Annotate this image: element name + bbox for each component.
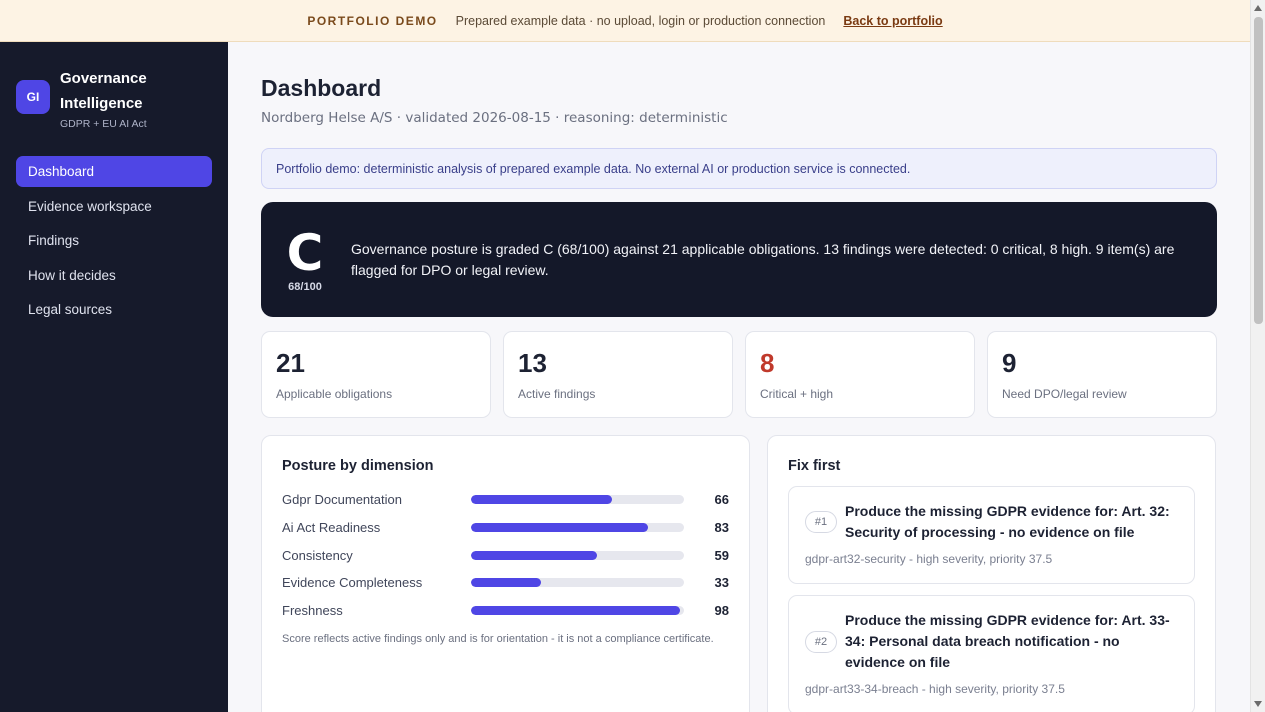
fix-item-title: Produce the missing GDPR evidence for: A… xyxy=(845,612,1170,670)
back-to-portfolio-link[interactable]: Back to portfolio xyxy=(843,14,942,28)
posture-title: Posture by dimension xyxy=(282,458,434,474)
grade-badge: C 68/100 xyxy=(285,227,325,293)
brand-subtitle: GDPR + EU AI Act xyxy=(60,118,147,130)
stat-value: 13 xyxy=(518,348,547,378)
fix-rank-badge: #1 xyxy=(805,511,837,533)
sidebar-item-legal-sources[interactable]: Legal sources xyxy=(16,294,212,325)
page-subtitle: Nordberg Helse A/S · validated 2026-08-1… xyxy=(261,110,728,126)
dimension-label: Evidence Completeness xyxy=(282,575,423,591)
stat-applicable-obligations: 21 Applicable obligations xyxy=(261,331,491,418)
scroll-down-icon[interactable] xyxy=(1254,701,1262,707)
stats-row: 21 Applicable obligations 13 Active find… xyxy=(261,331,1217,418)
demo-tag: PORTFOLIO DEMO xyxy=(307,13,438,28)
stat-value: 9 xyxy=(1002,348,1017,378)
dimension-list: Gdpr Documentation 66 Ai Act Readiness 8… xyxy=(282,486,729,624)
fix-rank-badge: #2 xyxy=(805,630,837,653)
stat-label: Active findings xyxy=(518,387,596,401)
fix-item-title: Produce the missing GDPR evidence for: A… xyxy=(845,503,1170,540)
dimension-bar-fill xyxy=(471,550,597,560)
stat-label: Critical + high xyxy=(760,387,834,401)
dimension-row: Consistency 59 xyxy=(282,541,729,569)
sidebar-item-findings[interactable]: Findings xyxy=(16,225,212,256)
sidebar-item-evidence-workspace[interactable]: Evidence workspace xyxy=(16,191,212,222)
page-title: Dashboard xyxy=(261,75,382,101)
demo-banner: PORTFOLIO DEMO Prepared example data · n… xyxy=(0,0,1250,42)
demo-message: Prepared example data · no upload, login… xyxy=(455,13,826,28)
brand: GI Governance Intelligence GDPR + EU AI … xyxy=(16,66,212,130)
main-content: Dashboard Nordberg Helse A/S · validated… xyxy=(228,42,1250,712)
dimension-bar-fill xyxy=(471,495,612,505)
dimension-bar xyxy=(471,550,685,560)
dimension-value: 59 xyxy=(714,547,729,563)
stat-critical-high: 8 Critical + high xyxy=(745,331,975,418)
dimension-bar-fill xyxy=(471,523,648,533)
sidebar-item-dashboard[interactable]: Dashboard xyxy=(16,156,212,187)
posture-panel: Posture by dimension Gdpr Documentation … xyxy=(261,435,750,712)
fix-item[interactable]: #2 Produce the missing GDPR evidence for… xyxy=(788,595,1195,712)
dimension-value: 66 xyxy=(714,492,729,508)
dimension-label: Gdpr Documentation xyxy=(282,492,402,508)
demo-notice: Portfolio demo: deterministic analysis o… xyxy=(261,148,1217,189)
dimension-row: Freshness 98 xyxy=(282,597,729,625)
sidebar: GI Governance Intelligence GDPR + EU AI … xyxy=(0,42,228,712)
dimension-bar xyxy=(471,606,685,616)
grade-score: 68/100 xyxy=(288,280,322,293)
dimension-value: 33 xyxy=(714,575,729,591)
dimension-label: Ai Act Readiness xyxy=(282,520,381,536)
sidebar-nav: Dashboard Evidence workspace Findings Ho… xyxy=(16,156,212,325)
dimension-value: 83 xyxy=(714,520,729,536)
dimension-bar xyxy=(471,578,685,588)
dimension-row: Gdpr Documentation 66 xyxy=(282,486,729,514)
grade-card: C 68/100 Governance posture is graded C … xyxy=(261,202,1217,317)
dimension-value: 98 xyxy=(714,603,729,619)
page-scrollbar[interactable] xyxy=(1250,0,1265,712)
fix-first-panel: Fix first #1 Produce the missing GDPR ev… xyxy=(767,435,1216,712)
brand-logo-icon: GI xyxy=(16,80,50,114)
stat-need-review: 9 Need DPO/legal review xyxy=(987,331,1217,418)
stat-label: Need DPO/legal review xyxy=(1002,387,1127,401)
fix-item[interactable]: #1 Produce the missing GDPR evidence for… xyxy=(788,486,1195,584)
dimension-row: Evidence Completeness 33 xyxy=(282,569,729,597)
grade-letter: C xyxy=(286,223,324,282)
dimension-bar xyxy=(471,523,685,533)
dimension-label: Consistency xyxy=(282,547,353,563)
stat-value: 21 xyxy=(276,348,305,378)
dimension-bar-fill xyxy=(471,578,542,588)
dimension-label: Freshness xyxy=(282,603,343,619)
stat-value: 8 xyxy=(760,348,775,378)
panels-row: Posture by dimension Gdpr Documentation … xyxy=(261,435,1217,712)
dimension-bar-fill xyxy=(471,606,680,616)
sidebar-item-how-it-decides[interactable]: How it decides xyxy=(16,260,212,291)
dimension-bar xyxy=(471,495,685,505)
dimension-row: Ai Act Readiness 83 xyxy=(282,514,729,542)
brand-name-line1: Governance xyxy=(60,70,147,87)
fix-item-meta: gdpr-art33-34-breach - high severity, pr… xyxy=(805,682,1065,696)
grade-summary: Governance posture is graded C (68/100) … xyxy=(351,240,1175,278)
scrollbar-thumb[interactable] xyxy=(1254,17,1263,324)
stat-active-findings: 13 Active findings xyxy=(503,331,733,418)
stat-label: Applicable obligations xyxy=(276,387,393,401)
fix-first-title: Fix first xyxy=(788,458,841,474)
brand-name-line2: Intelligence xyxy=(60,95,143,112)
posture-note: Score reflects active findings only and … xyxy=(282,633,714,646)
fix-item-meta: gdpr-art32-security - high severity, pri… xyxy=(805,552,1053,566)
scroll-up-icon[interactable] xyxy=(1254,5,1262,11)
